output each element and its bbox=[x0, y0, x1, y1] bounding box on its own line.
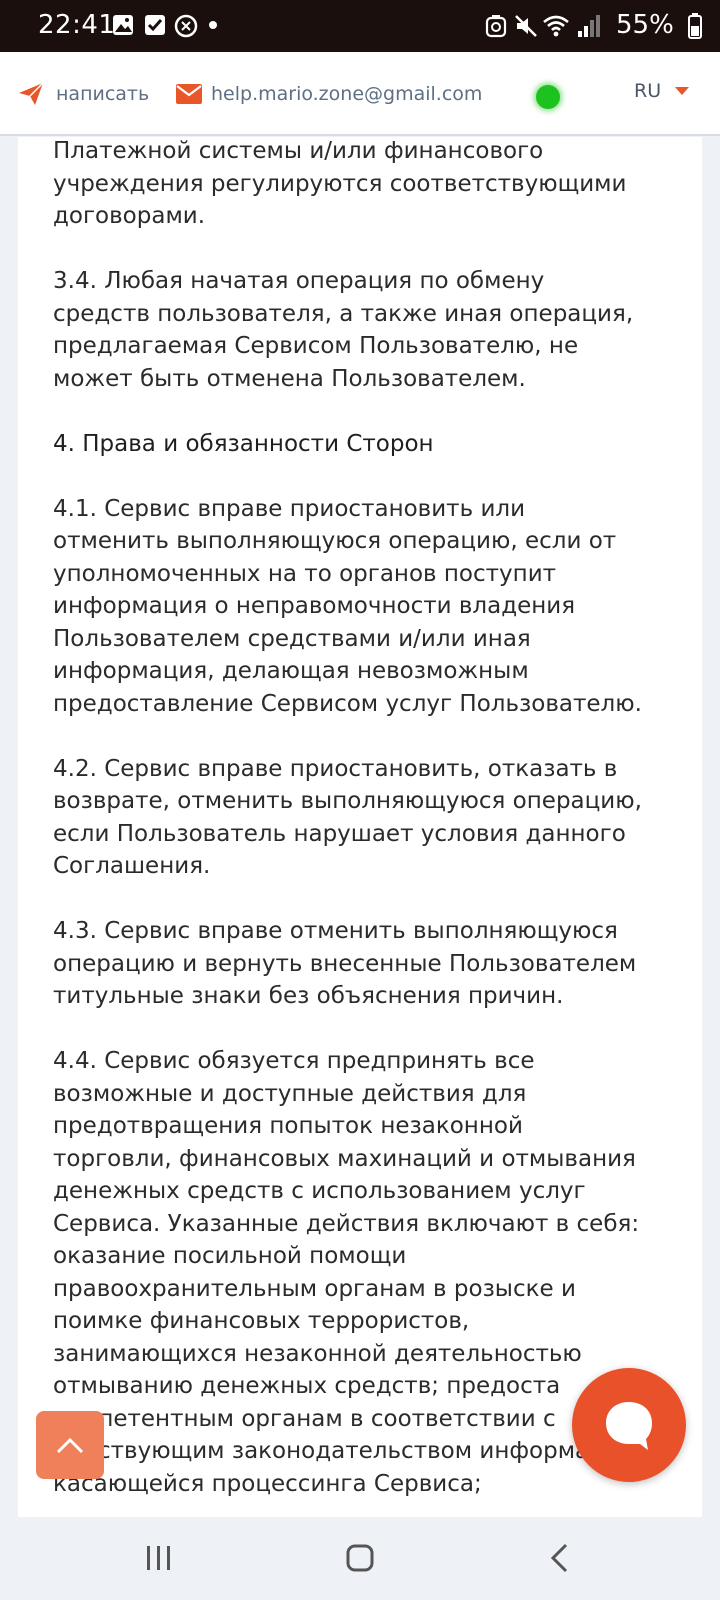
text-line: денежных средств с использованием услуг bbox=[53, 1178, 586, 1204]
signal-icon bbox=[578, 15, 600, 37]
online-status-indicator bbox=[536, 85, 560, 109]
home-icon[interactable] bbox=[345, 1543, 375, 1573]
text-line: договорами. bbox=[53, 203, 206, 229]
text-line: отменить выполняющуюся операцию, если от bbox=[53, 528, 617, 554]
text-line: 4.4. Сервис обязуется предпринять все bbox=[53, 1048, 535, 1074]
terms-paragraph: 4.3. Сервис вправе отменить выполняющуюс… bbox=[53, 915, 693, 1013]
email-address: help.mario.zone@gmail.com bbox=[211, 83, 483, 105]
text-line: Соглашения. bbox=[53, 853, 211, 879]
text-line: отмыванию денежных средств; предоста bbox=[53, 1373, 561, 1399]
text-line: операцию и вернуть внесенные Пользовател… bbox=[53, 950, 637, 977]
text-line: предоставление Сервисом услуг Пользовате… bbox=[53, 690, 642, 717]
navigation-bar bbox=[0, 1517, 720, 1600]
scroll-to-top-button[interactable] bbox=[36, 1411, 104, 1479]
text-line: возможные и доступные действия для bbox=[53, 1080, 527, 1107]
section-heading: 4. Права и обязанности Сторон bbox=[53, 428, 693, 461]
terms-paragraph: 3.4. Любая начатая операция по обмену сре… bbox=[53, 265, 693, 395]
checkbox-icon bbox=[145, 15, 165, 35]
chevron-down-icon bbox=[675, 87, 690, 95]
text-line: 4.2. Сервис вправе приостановить, отказа… bbox=[53, 755, 618, 782]
gallery-icon bbox=[113, 15, 133, 35]
wifi-icon bbox=[543, 15, 569, 37]
terms-paragraph: 4.1. Сервис вправе приостановить или отме… bbox=[53, 493, 693, 721]
text-line: информация, делающая невозможным bbox=[53, 658, 529, 684]
text-line: 4.3. Сервис вправе отменить выполняющуюс… bbox=[53, 918, 618, 944]
terms-content: Платежной системы и/или финансового учреж… bbox=[18, 137, 702, 1517]
text-line: Платежной системы и/или финансового bbox=[53, 138, 544, 164]
text-line: информация о неправомочности владения bbox=[53, 593, 576, 619]
text-line: титульные знаки без объяснения причин. bbox=[53, 983, 564, 1009]
chat-bubble-icon bbox=[606, 1402, 652, 1450]
write-link[interactable]: написать bbox=[18, 52, 149, 136]
notification-dot-icon bbox=[209, 21, 217, 29]
text-line: Пользователем средствами и/или иная bbox=[53, 625, 531, 652]
text-line: касающейся процессинга Сервиса; bbox=[53, 1470, 482, 1497]
email-link[interactable]: help.mario.zone@gmail.com bbox=[176, 52, 482, 136]
text-line: 4. Права и обязанности Сторон bbox=[53, 430, 434, 457]
text-line: действующим законодательством информации… bbox=[53, 1438, 643, 1464]
text-line: может быть отменена Пользователем. bbox=[53, 365, 526, 392]
text-line: оказание посильной помощи bbox=[53, 1243, 407, 1269]
battery-icon bbox=[688, 13, 702, 39]
language-label: RU bbox=[634, 80, 662, 102]
text-line: 4.1. Сервис вправе приостановить или bbox=[53, 495, 526, 522]
envelope-icon bbox=[176, 84, 202, 104]
text-line: предлагаемая Сервисом Пользователю, не bbox=[53, 333, 579, 359]
terms-paragraph: Платежной системы и/или финансового учреж… bbox=[53, 137, 693, 233]
text-line: 3.4. Любая начатая операция по обмену bbox=[53, 268, 545, 294]
text-line: учреждения регулируются соответствующими bbox=[53, 170, 627, 197]
back-icon[interactable] bbox=[548, 1543, 572, 1573]
terms-paragraph: 4.2. Сервис вправе приостановить, отказа… bbox=[53, 753, 693, 883]
text-line: поимке финансовых террористов, bbox=[53, 1308, 470, 1334]
language-select[interactable]: RU bbox=[634, 80, 690, 102]
text-line: если Пользователь нарушает условия данно… bbox=[53, 820, 626, 847]
battery-percent: 55% bbox=[616, 10, 674, 40]
terms-text: Платежной системы и/или финансового учреж… bbox=[53, 137, 693, 1517]
chevron-up-icon bbox=[56, 1437, 84, 1454]
data-saver-icon bbox=[485, 15, 507, 38]
site-header: написать help.mario.zone@gmail.com bbox=[0, 52, 720, 136]
text-line: возврате, отменить выполняющуюся операци… bbox=[53, 788, 642, 814]
text-line: предотвращения попыток незаконной bbox=[53, 1113, 523, 1139]
text-line: компетентным органам в соответствии с bbox=[53, 1405, 556, 1432]
status-bar: 22:41 55% bbox=[0, 0, 720, 52]
write-label: написать bbox=[56, 83, 150, 105]
text-line: средств пользователя, а также иная опера… bbox=[53, 300, 634, 327]
text-line: правоохранительным органам в розыске и bbox=[53, 1275, 576, 1302]
text-line: Сервиса. Указанные действия включают в с… bbox=[53, 1210, 640, 1237]
text-line: занимающихся незаконной деятельностью bbox=[53, 1340, 582, 1367]
text-line: уполномоченных на то органов поступит bbox=[53, 560, 557, 587]
status-time: 22:41 bbox=[38, 10, 116, 40]
recent-apps-icon[interactable] bbox=[144, 1543, 174, 1573]
paper-plane-icon bbox=[19, 82, 44, 105]
chat-button[interactable] bbox=[572, 1368, 686, 1482]
threads-icon bbox=[174, 14, 198, 38]
mute-icon bbox=[515, 15, 537, 37]
text-line: торговли, финансовых махинаций и отмыван… bbox=[53, 1145, 636, 1172]
